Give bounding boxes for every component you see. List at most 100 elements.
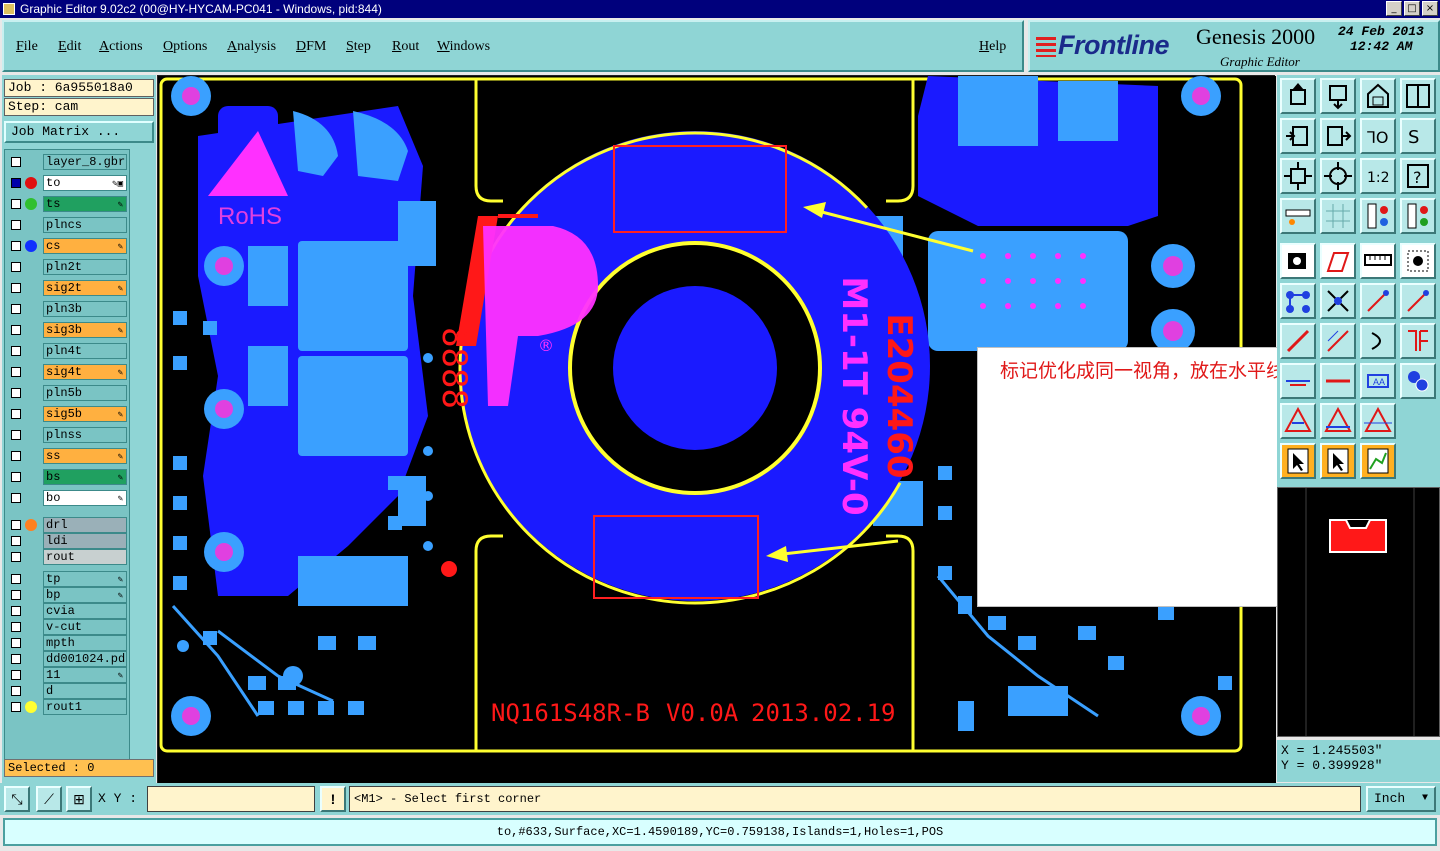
ratio-icon[interactable]: 1:2: [1360, 158, 1396, 194]
grid-icon[interactable]: [1320, 198, 1356, 234]
layer-color-dot[interactable]: [25, 240, 37, 252]
layer-name[interactable]: bs ✎: [43, 469, 127, 485]
layer-name[interactable]: pln3b: [43, 301, 127, 317]
menu-actions[interactable]: Actions: [99, 39, 143, 55]
grid-icon[interactable]: ⊞: [66, 786, 92, 812]
layer-checkbox[interactable]: [11, 241, 21, 251]
measure-icon[interactable]: ⟋: [36, 786, 62, 812]
diagonal-icon[interactable]: [1320, 323, 1356, 359]
layer-name[interactable]: tp ✎: [43, 571, 127, 587]
menu-options[interactable]: Options: [163, 39, 207, 55]
layer-color-dot[interactable]: [25, 701, 37, 713]
help-icon[interactable]: ?: [1400, 158, 1436, 194]
dash-icon[interactable]: [1280, 363, 1316, 399]
layer-name[interactable]: plncs: [43, 217, 127, 233]
layer-name[interactable]: plnss: [43, 427, 127, 443]
layer-checkbox[interactable]: [11, 622, 21, 632]
connect-icon[interactable]: [1280, 283, 1316, 319]
layer-name[interactable]: bp ✎: [43, 587, 127, 603]
layer-row[interactable]: sig3b ✎: [7, 322, 127, 338]
layer-row[interactable]: v-cut: [7, 619, 127, 635]
layer-name[interactable]: pln5b: [43, 385, 127, 401]
menu-step[interactable]: Step: [346, 39, 371, 55]
layer-row[interactable]: to ✎▣: [7, 175, 127, 191]
layer-name[interactable]: mpth: [43, 635, 127, 651]
layer-color-dot[interactable]: [25, 198, 37, 210]
layer-checkbox[interactable]: [11, 178, 21, 188]
layer-name[interactable]: ss ✎: [43, 448, 127, 464]
layer-checkbox[interactable]: [11, 638, 21, 648]
menu-dfm[interactable]: DFM: [296, 39, 326, 55]
layer-row[interactable]: bp ✎: [7, 587, 127, 603]
layer-row[interactable]: ts ✎: [7, 196, 127, 212]
layer-checkbox[interactable]: [11, 157, 21, 167]
layer-name[interactable]: rout1: [43, 699, 127, 715]
layer-checkbox[interactable]: [11, 574, 21, 584]
layer-row[interactable]: plncs: [7, 217, 127, 233]
layer-row[interactable]: dd001024.pdf: [7, 651, 127, 667]
edit-icon[interactable]: [1320, 243, 1356, 279]
slash-icon[interactable]: [1280, 323, 1316, 359]
layer-row[interactable]: sig5b ✎: [7, 406, 127, 422]
layer-checkbox[interactable]: [11, 430, 21, 440]
menu-analysis[interactable]: Analysis: [227, 39, 276, 55]
route-icon[interactable]: [1360, 443, 1396, 479]
layer-row[interactable]: layer_8.gbr: [7, 154, 127, 170]
layer-row[interactable]: rout1: [7, 699, 127, 715]
layer-row[interactable]: d: [7, 683, 127, 699]
layers-icon[interactable]: [1360, 198, 1396, 234]
dotted-select-icon[interactable]: [1400, 243, 1436, 279]
home-view-icon[interactable]: ⅂O: [1360, 118, 1396, 154]
layer-row[interactable]: pln5b: [7, 385, 127, 401]
arc-icon[interactable]: [1360, 323, 1396, 359]
layer-row[interactable]: ldi: [7, 533, 127, 549]
layer-name[interactable]: pln4t: [43, 343, 127, 359]
menu-edit[interactable]: Edit: [58, 39, 81, 55]
layer-row[interactable]: bo ✎: [7, 490, 127, 506]
layer-row[interactable]: sig4t ✎: [7, 364, 127, 380]
layer-checkbox[interactable]: [11, 325, 21, 335]
layer-name[interactable]: sig5b ✎: [43, 406, 127, 422]
layer-row[interactable]: bs ✎: [7, 469, 127, 485]
bracket-icon[interactable]: AA: [1360, 363, 1396, 399]
arrow-icon[interactable]: [1400, 283, 1436, 319]
menu-rout[interactable]: Rout: [392, 39, 419, 55]
zoom-fit-icon[interactable]: ⤡: [4, 786, 30, 812]
center-icon[interactable]: [1320, 158, 1356, 194]
polygon-ref-icon[interactable]: [1360, 403, 1396, 439]
layer-color-dot[interactable]: [25, 177, 37, 189]
zoom-window-icon[interactable]: [1360, 78, 1396, 114]
cross-icon[interactable]: [1320, 283, 1356, 319]
layer-checkbox[interactable]: [11, 552, 21, 562]
layer-name[interactable]: rout: [43, 549, 127, 565]
layer-row[interactable]: mpth: [7, 635, 127, 651]
layer-checkbox[interactable]: [11, 702, 21, 712]
layer-row[interactable]: cvia: [7, 603, 127, 619]
xy-input[interactable]: [147, 786, 315, 812]
layer-name[interactable]: 11 ✎: [43, 667, 127, 683]
nodes-icon[interactable]: [1400, 363, 1436, 399]
layer-checkbox[interactable]: [11, 493, 21, 503]
layer-name[interactable]: cvia: [43, 603, 127, 619]
layer-name[interactable]: to ✎▣: [43, 175, 127, 191]
layer-checkbox[interactable]: [11, 304, 21, 314]
layer-name[interactable]: ldi: [43, 533, 127, 549]
ruler-icon[interactable]: [1280, 198, 1316, 234]
layers-alt-icon[interactable]: [1400, 198, 1436, 234]
layer-row[interactable]: drl: [7, 517, 127, 533]
layer-name[interactable]: sig2t ✎: [43, 280, 127, 296]
layer-row[interactable]: plnss: [7, 427, 127, 443]
job-matrix-button[interactable]: Job Matrix ...: [4, 121, 154, 143]
fit-icon[interactable]: [1280, 158, 1316, 194]
layer-checkbox[interactable]: [11, 654, 21, 664]
layer-row[interactable]: ss ✎: [7, 448, 127, 464]
layer-checkbox[interactable]: [11, 346, 21, 356]
layer-checkbox[interactable]: [11, 472, 21, 482]
split-view-icon[interactable]: [1400, 78, 1436, 114]
layer-checkbox[interactable]: [11, 606, 21, 616]
maximize-button[interactable]: □: [1404, 1, 1420, 16]
layer-name[interactable]: cs ✎: [43, 238, 127, 254]
layer-row[interactable]: cs ✎: [7, 238, 127, 254]
zoom-in-icon[interactable]: [1320, 78, 1356, 114]
layer-checkbox[interactable]: [11, 536, 21, 546]
